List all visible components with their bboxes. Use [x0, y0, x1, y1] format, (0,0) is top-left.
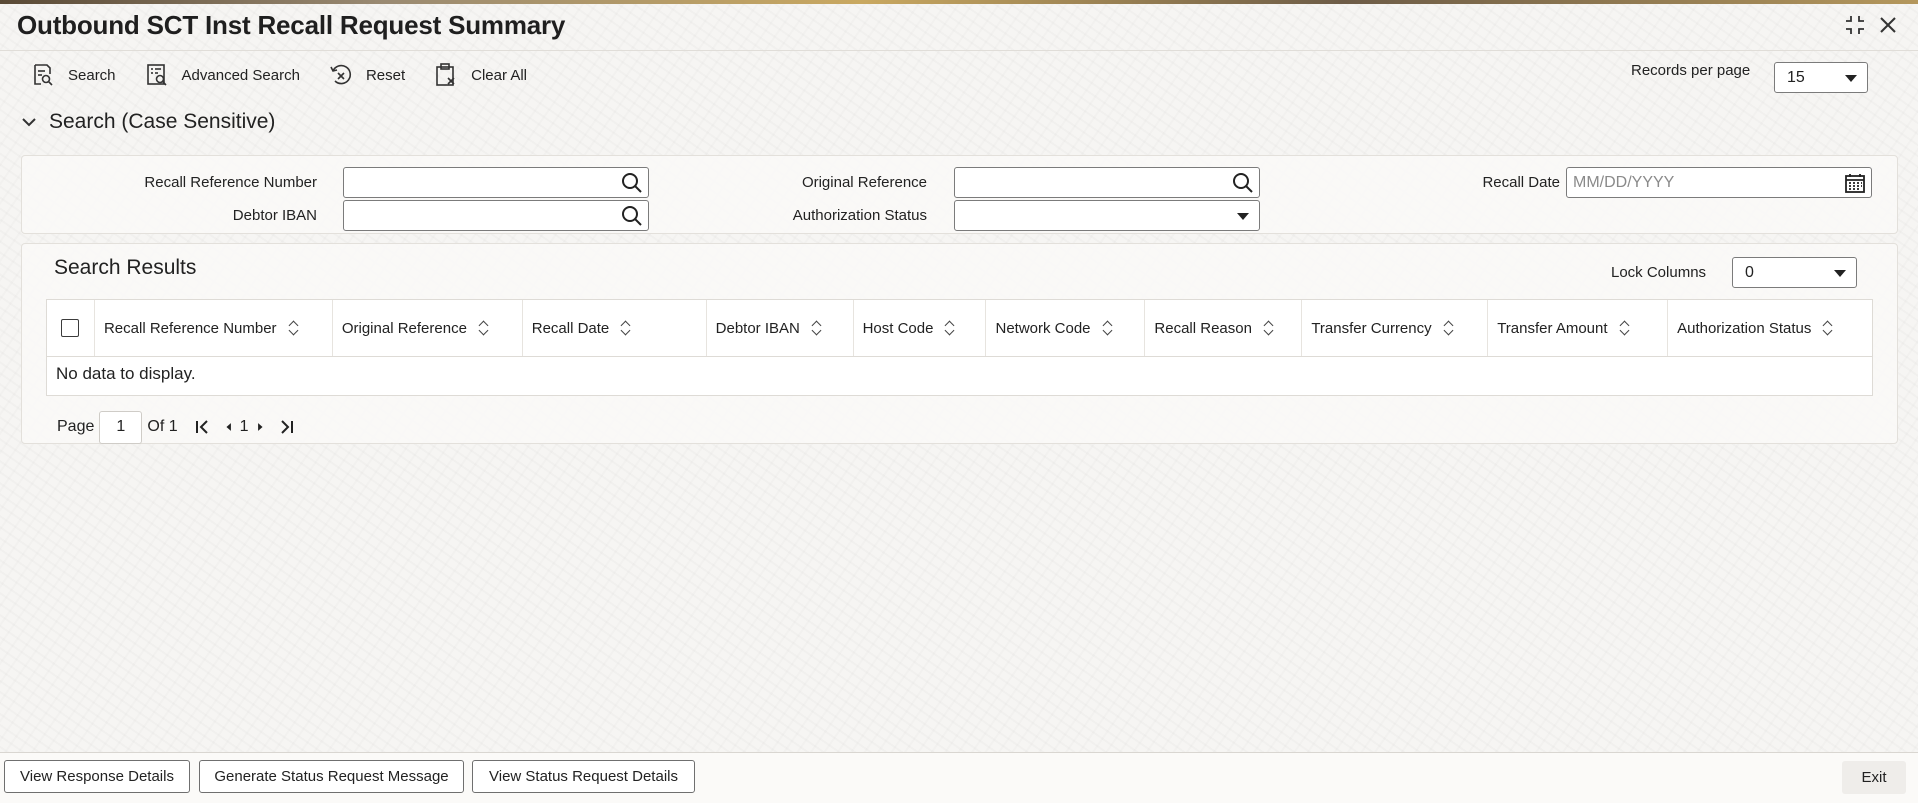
- next-page-icon[interactable]: [253, 416, 267, 438]
- sort-icon[interactable]: [1443, 320, 1454, 336]
- search-section-toggle[interactable]: Search (Case Sensitive): [20, 110, 275, 134]
- sort-icon[interactable]: [1619, 320, 1629, 336]
- current-page-input[interactable]: 1: [99, 410, 143, 444]
- sort-icon[interactable]: [944, 320, 955, 336]
- column-header-recall-reference-number[interactable]: Recall Reference Number: [95, 300, 333, 356]
- records-per-page-label: Records per page: [1631, 62, 1751, 79]
- current-page-value: 1: [116, 418, 126, 435]
- chevron-down-icon: [1845, 74, 1857, 82]
- original-reference-input[interactable]: [954, 167, 1260, 198]
- sort-icon[interactable]: [811, 320, 822, 336]
- reset-button[interactable]: Reset: [328, 62, 405, 88]
- debtor-iban-input[interactable]: [343, 200, 649, 231]
- column-header-recall-reason[interactable]: Recall Reason: [1145, 300, 1303, 356]
- chevron-down-icon: [22, 118, 36, 127]
- recall-date-label: Recall Date: [1482, 174, 1560, 191]
- column-label: Transfer Currency: [1311, 319, 1432, 337]
- column-header-recall-date[interactable]: Recall Date: [523, 300, 707, 356]
- column-label: Recall Reason: [1154, 319, 1252, 337]
- records-per-page-select[interactable]: 15: [1774, 62, 1868, 93]
- search-button[interactable]: Search: [30, 62, 116, 88]
- advanced-search-button-label: Advanced Search: [181, 66, 300, 84]
- view-response-details-button[interactable]: View Response Details: [4, 760, 190, 793]
- debtor-iban-label: Debtor IBAN: [232, 207, 317, 224]
- chevron-down-icon: [1237, 212, 1249, 220]
- recall-date-input[interactable]: MM/DD/YYYY: [1566, 167, 1872, 198]
- exit-button[interactable]: Exit: [1842, 761, 1906, 794]
- empty-table-message: No data to display.: [56, 364, 196, 383]
- column-label: Original Reference: [341, 319, 467, 337]
- column-label: Debtor IBAN: [715, 319, 800, 337]
- column-label: Network Code: [995, 319, 1091, 337]
- authorization-status-label: Authorization Status: [792, 207, 927, 224]
- lock-columns-value: 0: [1745, 263, 1754, 281]
- search-doc-icon: [34, 64, 53, 86]
- column-label: Host Code: [862, 319, 934, 337]
- clear-all-button-label: Clear All: [471, 66, 527, 84]
- calendar-icon[interactable]: [1843, 171, 1867, 195]
- search-criteria-panel: Recall Reference Number Original Referen…: [21, 155, 1898, 234]
- page-title: Outbound SCT Inst Recall Request Summary: [17, 10, 566, 40]
- column-label: Recall Reference Number: [103, 319, 277, 337]
- select-all-cell: [47, 300, 95, 356]
- column-header-original-reference[interactable]: Original Reference: [333, 300, 523, 356]
- generate-status-request-message-button[interactable]: Generate Status Request Message: [199, 760, 464, 793]
- sort-icon[interactable]: [620, 320, 631, 336]
- recall-reference-number-input[interactable]: [343, 167, 649, 198]
- recall-reference-number-label: Recall Reference Number: [144, 174, 317, 191]
- sort-icon[interactable]: [478, 320, 489, 336]
- sort-icon[interactable]: [288, 320, 298, 336]
- minimize-icon[interactable]: [1842, 12, 1868, 38]
- clear-all-button[interactable]: Clear All: [433, 62, 527, 88]
- lock-columns-select[interactable]: 0: [1732, 257, 1857, 288]
- sort-icon[interactable]: [1263, 320, 1274, 336]
- page-of-label: Of 1: [147, 418, 178, 435]
- table-header-row: Recall Reference Number Original Referen…: [47, 300, 1872, 357]
- lock-columns-label: Lock Columns: [1611, 264, 1707, 281]
- footer-bar: View Response Details Generate Status Re…: [0, 752, 1918, 803]
- results-table: Recall Reference Number Original Referen…: [46, 299, 1873, 396]
- search-results-title: Search Results: [54, 256, 197, 279]
- column-header-network-code[interactable]: Network Code: [986, 300, 1146, 356]
- reset-icon: [330, 64, 352, 85]
- select-all-checkbox[interactable]: [61, 319, 80, 337]
- toolbar: Search Advanced Search Reset Clear All: [30, 60, 555, 90]
- search-section-title: Search (Case Sensitive): [49, 110, 276, 133]
- sort-icon[interactable]: [1102, 320, 1112, 336]
- view-status-request-details-button[interactable]: View Status Request Details: [472, 760, 695, 793]
- advanced-search-button[interactable]: Advanced Search: [144, 62, 300, 88]
- chevron-down-icon: [1834, 269, 1846, 277]
- records-per-page-value: 15: [1787, 68, 1805, 86]
- last-page-icon[interactable]: [275, 416, 297, 438]
- column-header-transfer-amount[interactable]: Transfer Amount: [1488, 300, 1669, 356]
- page-number[interactable]: 1: [240, 418, 249, 436]
- column-header-authorization-status[interactable]: Authorization Status: [1668, 300, 1872, 356]
- title-divider: [0, 50, 1918, 51]
- reset-button-label: Reset: [365, 66, 406, 84]
- previous-page-icon[interactable]: [222, 416, 236, 438]
- first-page-icon[interactable]: [192, 416, 214, 438]
- authorization-status-select[interactable]: [954, 200, 1260, 231]
- column-header-debtor-iban[interactable]: Debtor IBAN: [707, 300, 854, 356]
- column-header-host-code[interactable]: Host Code: [854, 300, 987, 356]
- column-label: Authorization Status: [1677, 319, 1812, 337]
- column-label: Transfer Amount: [1497, 319, 1608, 337]
- window-top-strip: [0, 0, 1918, 4]
- sort-icon[interactable]: [1822, 320, 1833, 336]
- page-label: Page: [57, 418, 95, 435]
- recall-date-placeholder: MM/DD/YYYY: [1573, 173, 1675, 191]
- original-reference-label: Original Reference: [801, 174, 927, 191]
- close-icon[interactable]: [1875, 12, 1901, 38]
- clear-all-icon: [436, 63, 455, 86]
- column-header-transfer-currency[interactable]: Transfer Currency: [1302, 300, 1489, 356]
- pagination: Page 1 Of 1 1: [57, 410, 297, 444]
- search-button-label: Search: [68, 66, 116, 84]
- column-label: Recall Date: [531, 319, 610, 337]
- search-icon[interactable]: [1231, 171, 1255, 195]
- advanced-search-icon: [146, 64, 167, 86]
